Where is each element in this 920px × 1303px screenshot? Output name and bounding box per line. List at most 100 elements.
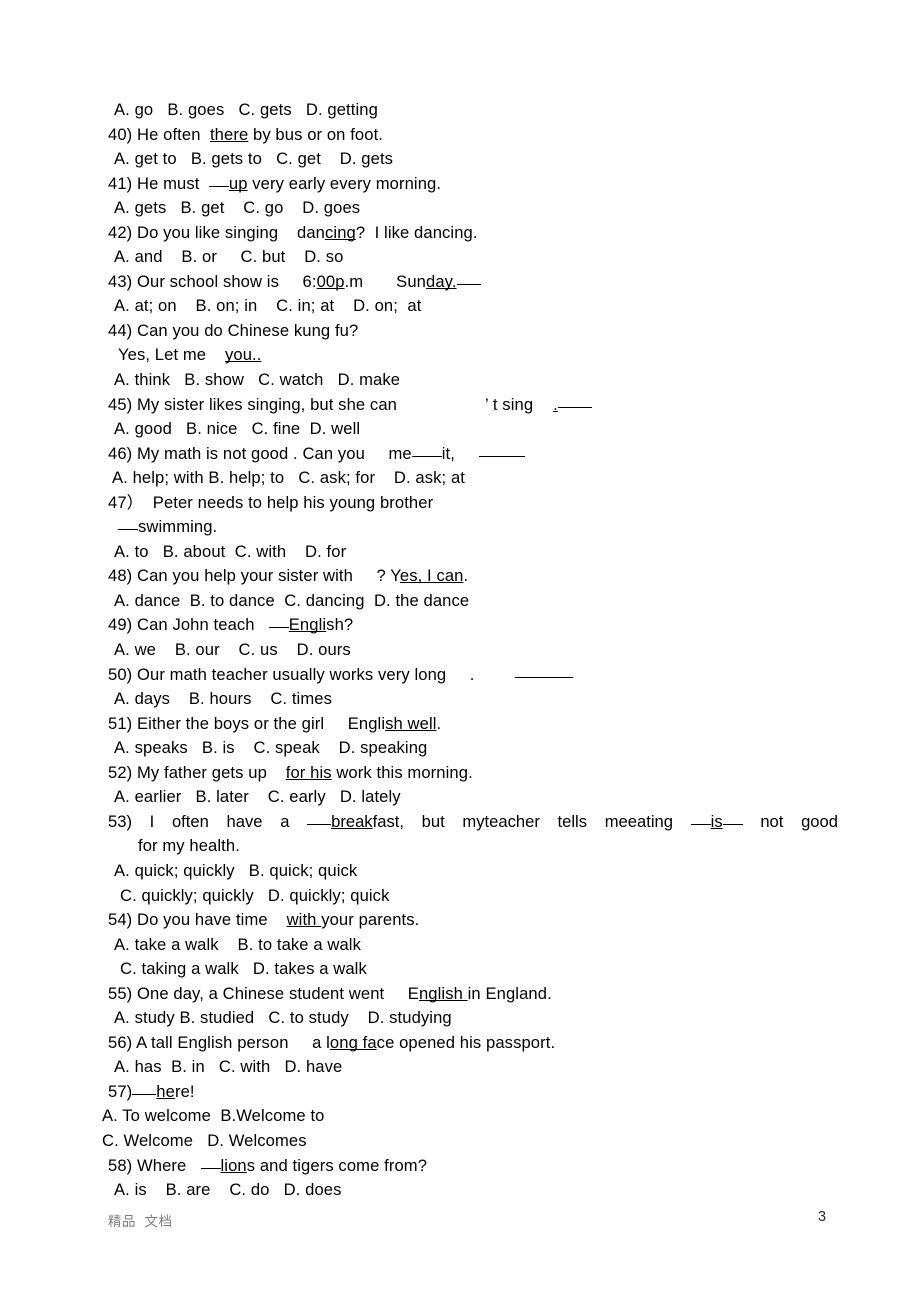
question-58-text-b: s and tigers come from? [246,1155,428,1175]
options-line-56: A. has B. in C. with D. have [114,1057,343,1077]
question-line-53-cont: for my health. [138,836,240,856]
question-line-46: 46) My math is not good . Can you me it, [108,442,848,467]
options-line-49: A. we B. our C. us D. ours [114,640,351,660]
question-line-40: 40) He often there by bus or on foot. [108,123,848,148]
question-53-w4: have a [226,811,290,831]
question-40-text-a: 40) He often [108,124,210,144]
question-line-48: 48) Can you help your sister with ? Yes,… [108,564,848,589]
options-line-41: A. gets B. get C. go D. goes [114,198,361,218]
question-43-blank-1: 00p [316,271,345,291]
options-line-57-a: A. To welcome B.Welcome to [102,1106,325,1126]
question-53-w3: often [171,811,209,831]
question-line-50: 50) Our math teacher usually works very … [108,663,848,688]
question-45-text-a: 45) My sister likes singing, but she can [108,394,397,414]
question-line-47-cont: swimming. [118,515,848,540]
question-line-55: 55) One day, a Chinese student went Engl… [108,982,848,1007]
question-46-text-a: 46) My math is not good . Can you me [108,443,412,463]
question-48-text-b: . [463,566,469,586]
question-44-text-a: Yes, Let me [118,345,225,365]
question-line-58: 58) Where lions and tigers come from? [108,1154,848,1179]
question-53-w2: I [149,811,155,831]
question-56-text-a: 56) A tall English person a l [108,1032,330,1052]
options-line-53-a: A. quick; quickly B. quick; quick [114,860,358,880]
exercise-body: A. go B. goes C. gets D. getting 40) He … [102,98,848,1203]
question-41-text-a: 41) He must [108,173,209,193]
question-53-w8: tells [557,811,588,831]
question-line-44-answer: Yes, Let me you.. [118,343,848,368]
question-40-text-b: by bus or on foot. [248,124,384,144]
question-57-blank: he [156,1081,175,1101]
options-line-57-b: C. Welcome D. Welcomes [102,1130,307,1150]
question-49-blank: Engli [288,615,327,635]
options-line-40: A. get to B. gets to C. get D. gets [114,149,394,169]
question-52-blank: for his [285,762,332,782]
question-42-text-a: 42) Do you like singing dan [108,222,326,242]
options-line-53-b: C. quickly; quickly D. quickly; quick [120,885,390,905]
question-54-text-a: 54) Do you have time [108,910,287,930]
question-41-blank: up [228,173,248,193]
question-line-56: 56) A tall English person a long face op… [108,1031,848,1056]
question-43-text-mid: .m Sun [344,271,427,291]
question-42-text-b: ? I like dancing. [355,222,478,242]
options-line-58: A. is B. are C. do D. does [114,1180,342,1200]
question-54-blank: with [286,910,322,930]
question-43-text-a: 43) Our school show is 6: [108,271,317,291]
question-50-blank-rule [514,676,573,678]
options-line-55: A. study B. studied C. to study D. study… [114,1008,452,1028]
question-53-rule-2b [722,823,743,825]
options-line-48: A. dance B. to dance C. dancing D. the d… [114,590,470,610]
question-line-53: 53) I often have a breakfast, but myteac… [108,810,838,835]
question-55-text-a: 55) One day, a Chinese student went E [108,983,419,1003]
options-line-42: A. and B. or C. but D. so [114,247,344,267]
question-line-41: 41) He must up very early every morning. [108,172,848,197]
question-45-text-b: ’ t sing [485,394,534,414]
question-58-blank-rule [200,1167,221,1169]
question-line-52: 52) My father gets up for his work this … [108,761,848,786]
question-53-blank-rule-1 [307,823,332,825]
question-49-text-a: 49) Can John teach [108,615,269,635]
question-56-text-b: ce opened his passport. [376,1032,556,1052]
question-51-blank: sh well [385,713,437,733]
question-line-49: 49) Can John teach English? [108,613,848,638]
question-53-w11: not [760,811,784,831]
options-line-54-a: A. take a walk B. to take a walk [114,934,361,954]
question-52-text-a: 52) My father gets up [108,762,286,782]
question-53-w6: but [421,811,445,831]
question-line-45: 45) My sister likes singing, but she can… [108,393,848,418]
question-41-text-b: very early every morning. [247,173,442,193]
options-line-43: A. at; on B. on; in C. in; at D. on; at [114,296,422,316]
question-line-42: 42) Do you like singing dancing? I like … [108,221,848,246]
question-line-57: 57) here! [108,1080,848,1105]
question-47-blank: swimming. [138,517,218,537]
options-line-44: A. think B. show C. watch D. make [114,370,401,390]
question-46-text-b: it, [441,443,455,463]
question-52-text-b: work this morning. [331,762,473,782]
footer-watermark: 精品 文档 [108,1214,173,1229]
question-44-blank: you.. [224,345,262,365]
question-45-period: . [553,394,558,414]
question-55-text-b: in England. [467,983,552,1003]
question-53-w7: myteacher [462,811,540,831]
question-53-blank-group-2: is [690,811,743,831]
options-line-50: A. days B. hours C. times [114,689,332,709]
question-line-44: 44) Can you do Chinese kung fu? [108,320,359,340]
question-line-51: 51) Either the boys or the girl English … [108,712,848,737]
question-53-w1: 53) [108,811,132,831]
options-line-47: A. to B. about C. with D. for [114,541,347,561]
question-58-blank: lion [220,1155,247,1175]
question-55-blank: nglish [418,983,468,1003]
question-57-text-a: 57) [108,1081,133,1101]
page-number: 3 [818,1209,827,1225]
options-line-46: A. help; with B. help; to C. ask; for D.… [112,468,465,488]
question-53-w10: is [710,811,723,831]
question-50-text-a: 50) Our math teacher usually works very … [108,664,475,684]
question-51-text-a: 51) Either the boys or the girl Engli [108,713,386,733]
question-49-blank-rule [268,627,289,629]
question-53-w9: meeating [604,811,673,831]
question-58-text-a: 58) Where [108,1155,201,1175]
question-49-text-b: sh? [326,615,354,635]
question-53-w5b: fast, [372,811,404,831]
question-47-blank-rule [118,529,138,531]
question-46-blank-rule-1 [411,455,442,457]
question-40-blank: there [209,124,249,144]
